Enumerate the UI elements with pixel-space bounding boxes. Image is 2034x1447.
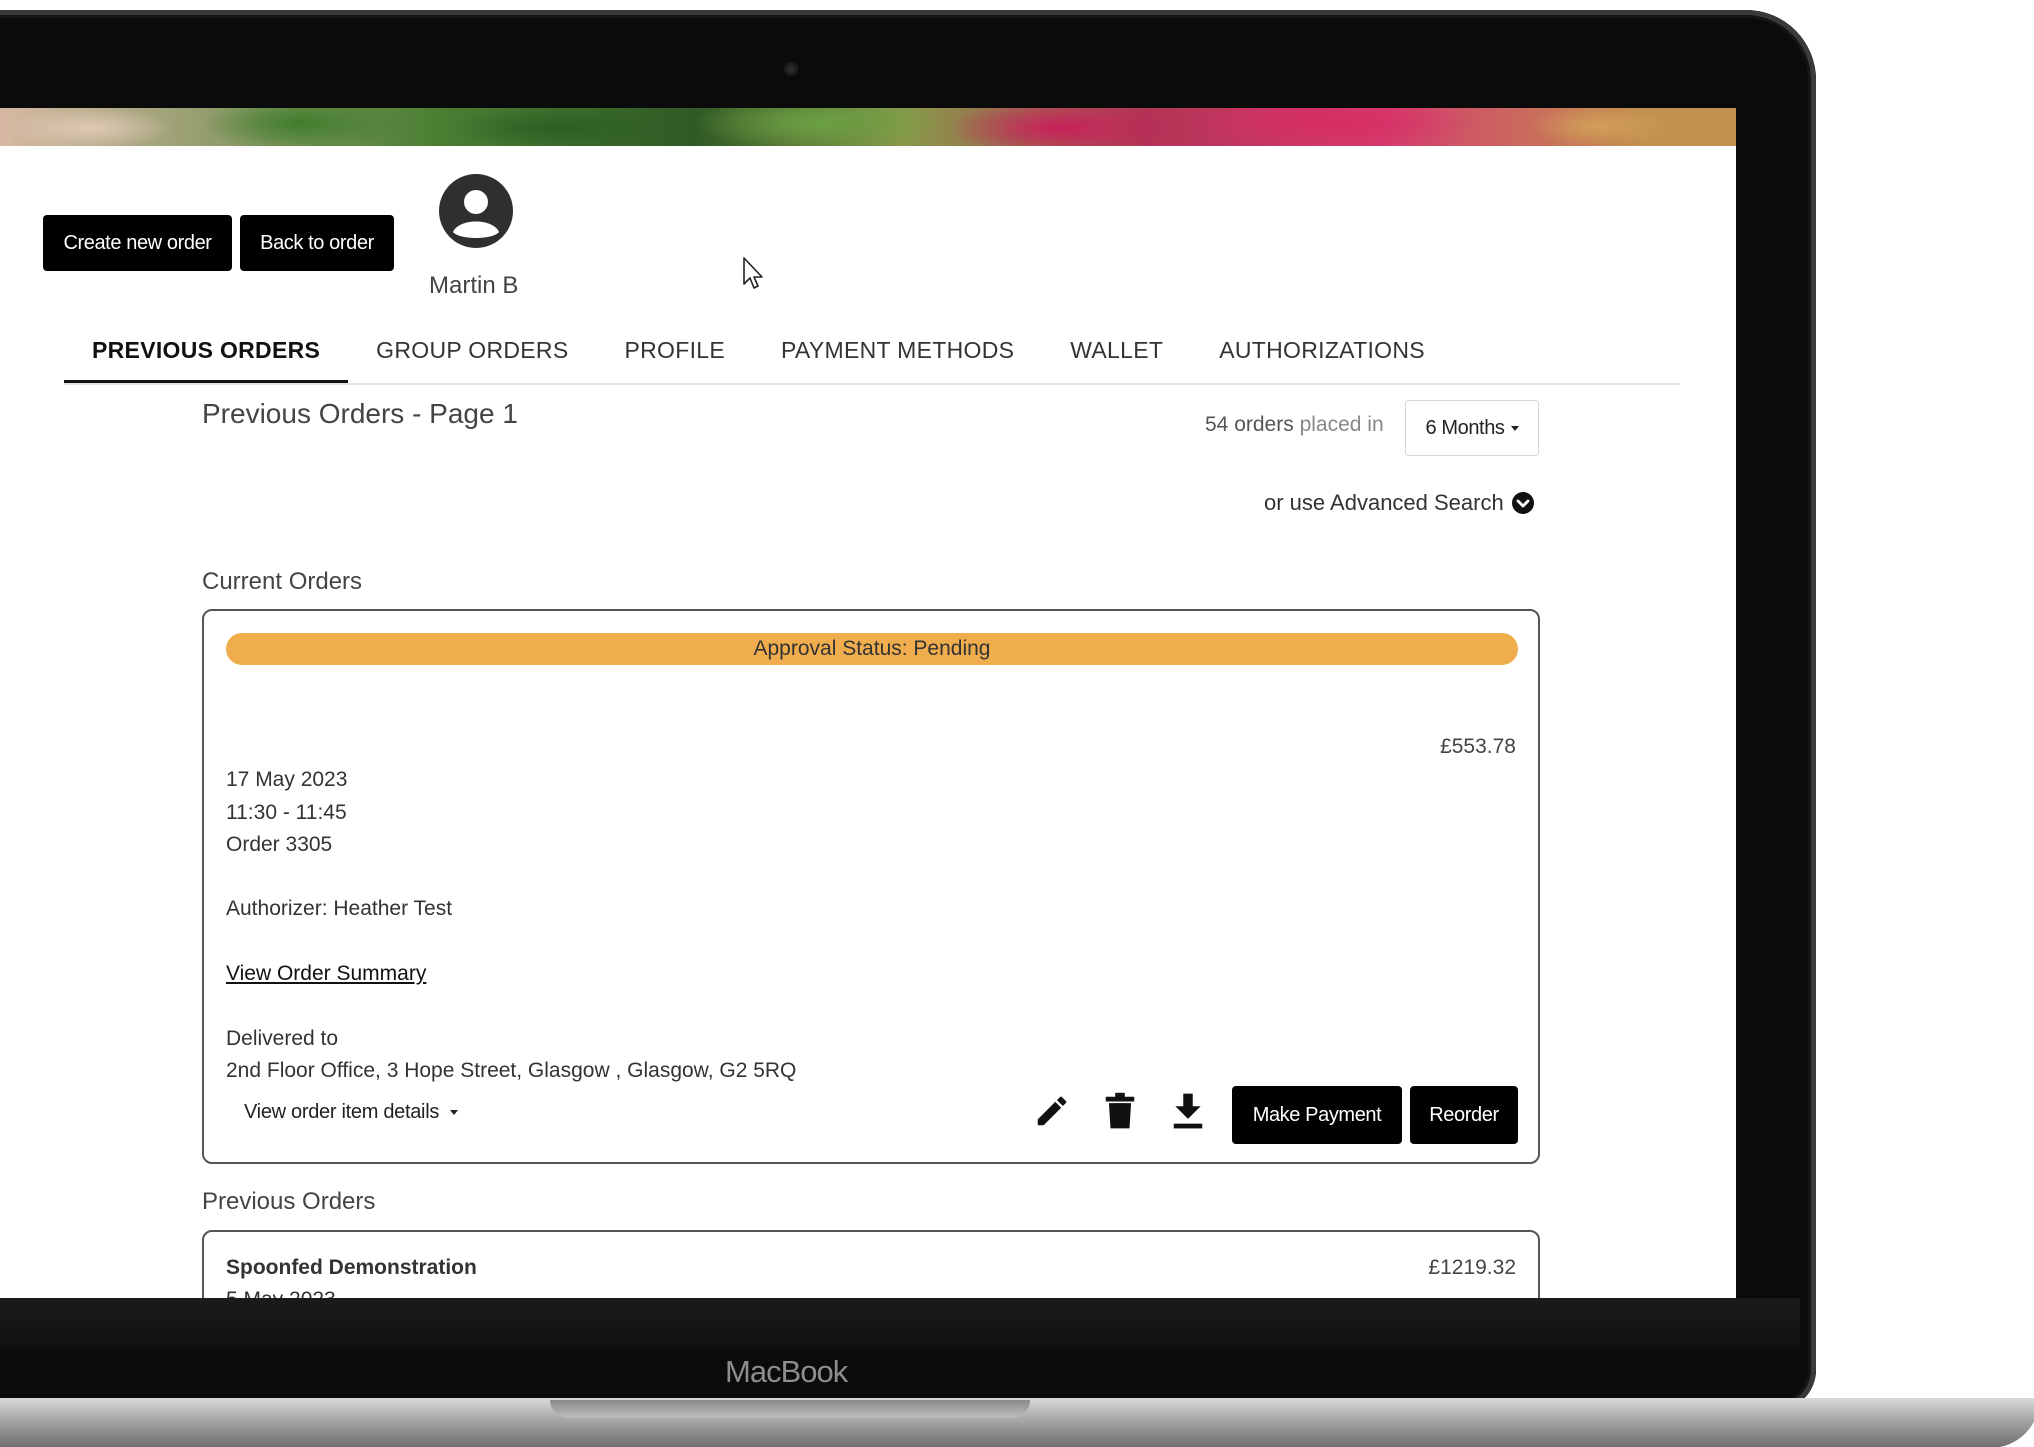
tab-wallet[interactable]: WALLET xyxy=(1042,328,1191,384)
reorder-button[interactable]: Reorder xyxy=(1410,1086,1518,1144)
laptop-chin xyxy=(0,1298,1800,1350)
period-select[interactable]: 6 Months xyxy=(1405,400,1539,456)
view-order-item-details-toggle[interactable]: View order item details xyxy=(244,1101,459,1124)
current-order-card: Approval Status: Pending £553.78 17 May … xyxy=(202,609,1540,1164)
download-order-button[interactable] xyxy=(1166,1089,1210,1133)
user-name: Martin B xyxy=(429,272,519,299)
order-price: £553.78 xyxy=(1440,735,1516,758)
caret-down-icon xyxy=(1510,425,1519,431)
tab-payment-methods[interactable]: PAYMENT METHODS xyxy=(753,328,1042,384)
download-icon xyxy=(1173,1093,1203,1129)
laptop-base-groove xyxy=(550,1400,1030,1418)
previous-orders-title: Previous Orders xyxy=(202,1188,376,1215)
previous-order-price: £1219.32 xyxy=(1428,1256,1516,1279)
edit-order-button[interactable] xyxy=(1030,1089,1074,1133)
item-details-label: View order item details xyxy=(244,1101,440,1123)
delivery-address: 2nd Floor Office, 3 Hope Street, Glasgow… xyxy=(226,1059,797,1082)
page-title: Previous Orders - Page 1 xyxy=(202,398,518,429)
tab-group-orders[interactable]: GROUP ORDERS xyxy=(348,328,596,384)
approval-status-badge: Approval Status: Pending xyxy=(226,633,1518,665)
advanced-search-label: or use Advanced Search xyxy=(1264,490,1504,515)
chevron-down-circle-icon xyxy=(1511,492,1534,514)
tab-profile[interactable]: PROFILE xyxy=(596,328,753,384)
previous-order-card: Spoonfed Demonstration £1219.32 5 May 20… xyxy=(202,1230,1540,1300)
order-authorizer: Authorizer: Heather Test xyxy=(226,897,453,920)
advanced-search-toggle[interactable]: or use Advanced Search xyxy=(1264,490,1534,516)
delete-order-button[interactable] xyxy=(1098,1089,1142,1133)
tabs-divider xyxy=(64,383,1680,385)
caret-down-icon xyxy=(450,1110,459,1116)
account-tabs: PREVIOUS ORDERS GROUP ORDERS PROFILE PAY… xyxy=(64,328,1453,384)
mouse-cursor-icon xyxy=(743,257,763,289)
back-to-order-button[interactable]: Back to order xyxy=(240,215,394,271)
user-avatar-icon[interactable] xyxy=(439,174,513,248)
orders-count: 54 orders placed in xyxy=(1205,413,1384,437)
order-time-slot: 11:30 - 11:45 xyxy=(226,801,347,824)
order-date: 17 May 2023 xyxy=(226,768,348,791)
previous-order-name: Spoonfed Demonstration xyxy=(226,1256,477,1279)
orders-count-number: 54 orders xyxy=(1205,413,1294,436)
make-payment-button[interactable]: Make Payment xyxy=(1232,1086,1402,1144)
trash-icon xyxy=(1105,1092,1135,1129)
create-new-order-button[interactable]: Create new order xyxy=(43,215,232,271)
screen: Create new order Back to order Martin B … xyxy=(0,108,1736,1300)
order-number: Order 3305 xyxy=(226,833,333,856)
tab-authorizations[interactable]: AUTHORIZATIONS xyxy=(1191,328,1453,384)
orders-count-suffix: placed in xyxy=(1299,413,1384,436)
hero-banner-image xyxy=(0,108,1736,146)
view-order-summary-link[interactable]: View Order Summary xyxy=(226,962,426,986)
delivered-to-label: Delivered to xyxy=(226,1027,339,1050)
camera xyxy=(784,62,798,76)
pencil-icon xyxy=(1037,1096,1067,1126)
period-select-value: 6 Months xyxy=(1425,416,1505,439)
current-orders-title: Current Orders xyxy=(202,568,363,595)
tab-previous-orders[interactable]: PREVIOUS ORDERS xyxy=(64,328,349,384)
device-label: MacBook xyxy=(725,1354,848,1389)
